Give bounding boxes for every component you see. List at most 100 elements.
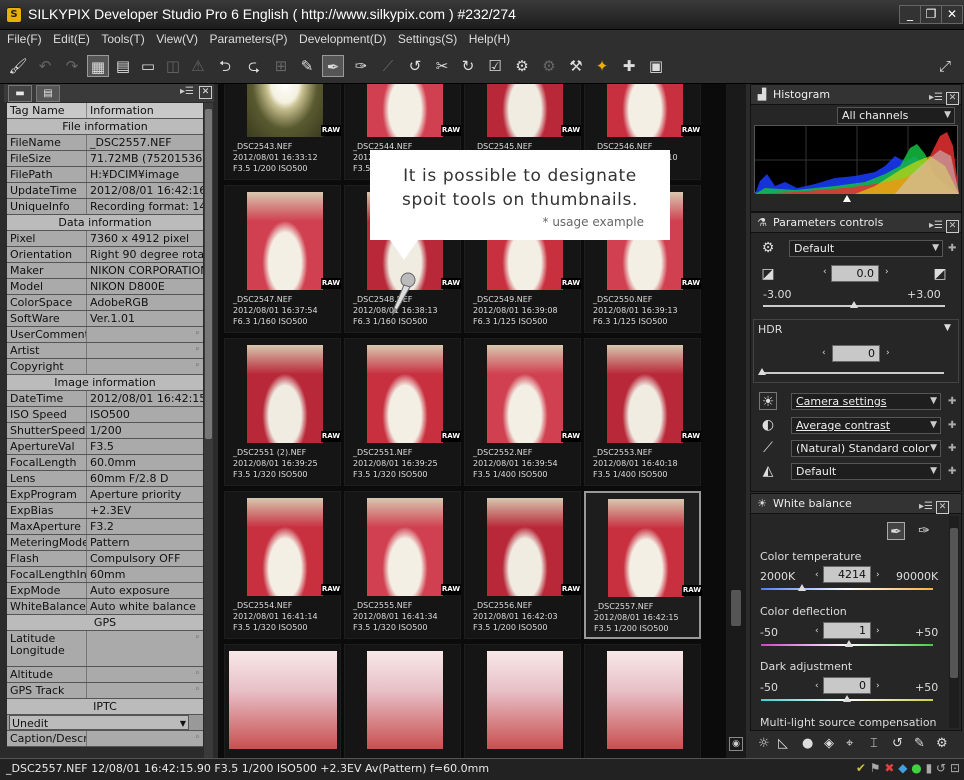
tone-curve-icon[interactable]: ◺ bbox=[778, 736, 788, 751]
edit-dot-icon[interactable]: ◦ bbox=[195, 667, 200, 682]
exif-row[interactable]: Copyright ◦ bbox=[7, 359, 203, 375]
edit-dot-icon[interactable]: ◦ bbox=[195, 359, 200, 374]
menu-file[interactable]: File(F) bbox=[0, 30, 46, 48]
da-right-arrow[interactable]: › bbox=[876, 681, 880, 691]
batch-icon[interactable]: ⚙ bbox=[511, 55, 533, 77]
exposure-left-arrow[interactable]: ‹ bbox=[823, 267, 827, 277]
edit-dot-icon[interactable]: ◦ bbox=[195, 683, 200, 698]
brush2-icon[interactable]: ⟋ bbox=[377, 55, 399, 77]
prev-icon[interactable]: ⮌ bbox=[214, 55, 236, 77]
ct-value[interactable]: 4214 bbox=[823, 566, 871, 583]
exif-row[interactable]: FileSize71.72MB (75201536By bbox=[7, 151, 203, 167]
menu-edit[interactable]: Edit(E) bbox=[49, 30, 94, 48]
next-icon[interactable]: ⮎ bbox=[243, 55, 265, 77]
minimize-button[interactable]: _ bbox=[899, 5, 921, 24]
thumbnail[interactable]: RAW _DSC2557.NEF 2012/08/01 16:42:15 F3.5 1… bbox=[584, 491, 702, 639]
thumbnail[interactable]: RAW _DSC2555.NEF 2012/08/01 16:41:34 F3.5 1… bbox=[344, 491, 461, 639]
exif-row[interactable]: Maker NIKON CORPORATION bbox=[7, 263, 203, 279]
hdr-value[interactable]: 0 bbox=[832, 345, 880, 362]
pane-close-icon[interactable]: ✕ bbox=[936, 501, 949, 514]
redo-icon[interactable]: ↷ bbox=[61, 55, 83, 77]
thumbnail[interactable] bbox=[224, 644, 341, 758]
close-button[interactable]: ✕ bbox=[941, 5, 963, 24]
add-icon[interactable]: ✚ bbox=[948, 243, 956, 254]
cd-left-arrow[interactable]: ‹ bbox=[815, 626, 819, 636]
iptc-select[interactable]: Unedit ▼ bbox=[9, 715, 189, 730]
histogram-channel-select[interactable]: All channels ▼ bbox=[837, 107, 955, 124]
monitor-icon[interactable]: ▣ bbox=[645, 55, 667, 77]
exif-row[interactable]: ExpProgram Aperture priority bbox=[7, 487, 203, 503]
exif-row[interactable]: ExpMode Auto exposure bbox=[7, 583, 203, 599]
folder-tab-icon[interactable]: ▬ bbox=[8, 85, 32, 102]
exif-row[interactable]: FocalLength 60.0mm bbox=[7, 455, 203, 471]
plugin-icon[interactable]: ✚ bbox=[618, 55, 640, 77]
exif-row[interactable]: ShutterSpeed 1/200 bbox=[7, 423, 203, 439]
menu-view[interactable]: View(V) bbox=[152, 30, 202, 48]
add-icon[interactable]: ✚ bbox=[948, 396, 956, 407]
trash-icon[interactable]: ▮ bbox=[926, 761, 933, 775]
exif-row[interactable]: ColorSpace AdobeRGB bbox=[7, 295, 203, 311]
sphere-icon[interactable]: ● bbox=[802, 736, 813, 751]
exif-row[interactable]: MaxAperture F3.2 bbox=[7, 519, 203, 535]
camera-settings-select[interactable]: Camera settings ▼ bbox=[791, 393, 941, 410]
gears-icon[interactable]: ⚙ bbox=[936, 736, 948, 751]
warning-icon[interactable]: ⚠ bbox=[187, 55, 209, 77]
tag-icon[interactable]: ◆ bbox=[898, 761, 907, 775]
exif-row[interactable]: FocalLengthIn3560mm bbox=[7, 567, 203, 583]
hammer-icon[interactable]: ⚒ bbox=[565, 55, 587, 77]
edit-dot-icon[interactable]: ◦ bbox=[195, 631, 200, 646]
exif-row[interactable]: ExpBias +2.3EV bbox=[7, 503, 203, 519]
add-icon[interactable]: ✚ bbox=[948, 420, 956, 431]
hdr-slider-track[interactable] bbox=[762, 372, 944, 374]
preset-select[interactable]: Default ▼ bbox=[789, 240, 943, 257]
lock-icon[interactable]: ⊡ bbox=[950, 761, 960, 775]
exif-row[interactable]: GPS Track ◦ bbox=[7, 683, 203, 699]
label-icon[interactable]: ● bbox=[911, 761, 921, 775]
pane-menu-icon[interactable]: ▸☰ bbox=[929, 92, 943, 103]
contrast-select[interactable]: Average contrast ▼ bbox=[791, 417, 941, 434]
check-icon[interactable]: ☑ bbox=[484, 55, 506, 77]
cd-slider-knob[interactable] bbox=[844, 640, 853, 647]
auto-exposure-icon[interactable]: ◩ bbox=[931, 265, 949, 283]
thumbnail[interactable] bbox=[584, 644, 701, 758]
da-slider-knob[interactable] bbox=[843, 695, 851, 702]
sharpen-icon[interactable]: ⌖ bbox=[846, 736, 853, 751]
exposure-value[interactable]: 0.0 bbox=[831, 265, 879, 282]
ct-slider-track[interactable] bbox=[761, 588, 933, 590]
spoit-active-icon[interactable]: ✒ bbox=[322, 55, 344, 77]
exif-row[interactable]: WhiteBalance Auto white balance bbox=[7, 599, 203, 615]
thumbnail[interactable]: RAW _DSC2543.NEF 2012/08/01 16:33:12 F3.5 1… bbox=[224, 84, 341, 180]
spoit-pen-icon[interactable]: ✎ bbox=[296, 55, 318, 77]
ct-right-arrow[interactable]: › bbox=[876, 570, 880, 580]
reject-icon[interactable]: ✖ bbox=[884, 761, 894, 775]
exif-row[interactable]: UpdateTime 2012/08/01 16:42:16 bbox=[7, 183, 203, 199]
chevron-down-icon[interactable]: ▼ bbox=[944, 323, 951, 333]
wb-spoit2-icon[interactable]: ✑ bbox=[915, 522, 933, 540]
pane-menu-icon[interactable]: ▸☰ bbox=[929, 220, 943, 231]
brush-icon[interactable]: 🖌 bbox=[7, 55, 29, 77]
exif-row[interactable]: UniqueInfo Recording format: 14b bbox=[7, 199, 203, 215]
add-icon[interactable]: ✚ bbox=[948, 466, 956, 477]
film-view-icon[interactable]: ▤ bbox=[112, 55, 134, 77]
thumbnail[interactable]: RAW _DSC2554.NEF 2012/08/01 16:41:14 F3.5 1… bbox=[224, 491, 341, 639]
thumbnail[interactable]: RAW _DSC2556.NEF 2012/08/01 16:42:03 F3.5 1… bbox=[464, 491, 581, 639]
exif-row[interactable]: FileName _DSC2557.NEF bbox=[7, 135, 203, 151]
exif-row[interactable]: Orientation Right 90 degree rotati bbox=[7, 247, 203, 263]
brightness-icon[interactable]: ☼ bbox=[758, 736, 770, 751]
exposure-right-arrow[interactable]: › bbox=[885, 267, 889, 277]
rotate-left-icon[interactable]: ↺ bbox=[404, 55, 426, 77]
menu-settings[interactable]: Settings(S) bbox=[394, 30, 461, 48]
menu-development[interactable]: Development(D) bbox=[295, 30, 390, 48]
exif-row[interactable]: Altitude ◦ bbox=[7, 667, 203, 683]
check-icon[interactable]: ✔ bbox=[856, 761, 866, 775]
exif-row[interactable]: Pixel 7360 x 4912 pixel bbox=[7, 231, 203, 247]
exif-row[interactable]: Flash Compulsory OFF bbox=[7, 551, 203, 567]
exif-row[interactable]: ISO Speed ISO500 bbox=[7, 407, 203, 423]
exif-row[interactable]: ApertureVal F3.5 bbox=[7, 439, 203, 455]
hdr-slider-knob[interactable] bbox=[758, 368, 766, 375]
restore-button[interactable]: ❐ bbox=[920, 5, 942, 24]
panel-menu-icon[interactable]: ▸☰ bbox=[180, 86, 194, 97]
pane-menu-icon[interactable]: ▸☰ bbox=[919, 501, 933, 512]
compare-icon[interactable]: ◫ bbox=[162, 55, 184, 77]
exif-row[interactable]: DateTime 2012/08/01 16:42:15 bbox=[7, 391, 203, 407]
